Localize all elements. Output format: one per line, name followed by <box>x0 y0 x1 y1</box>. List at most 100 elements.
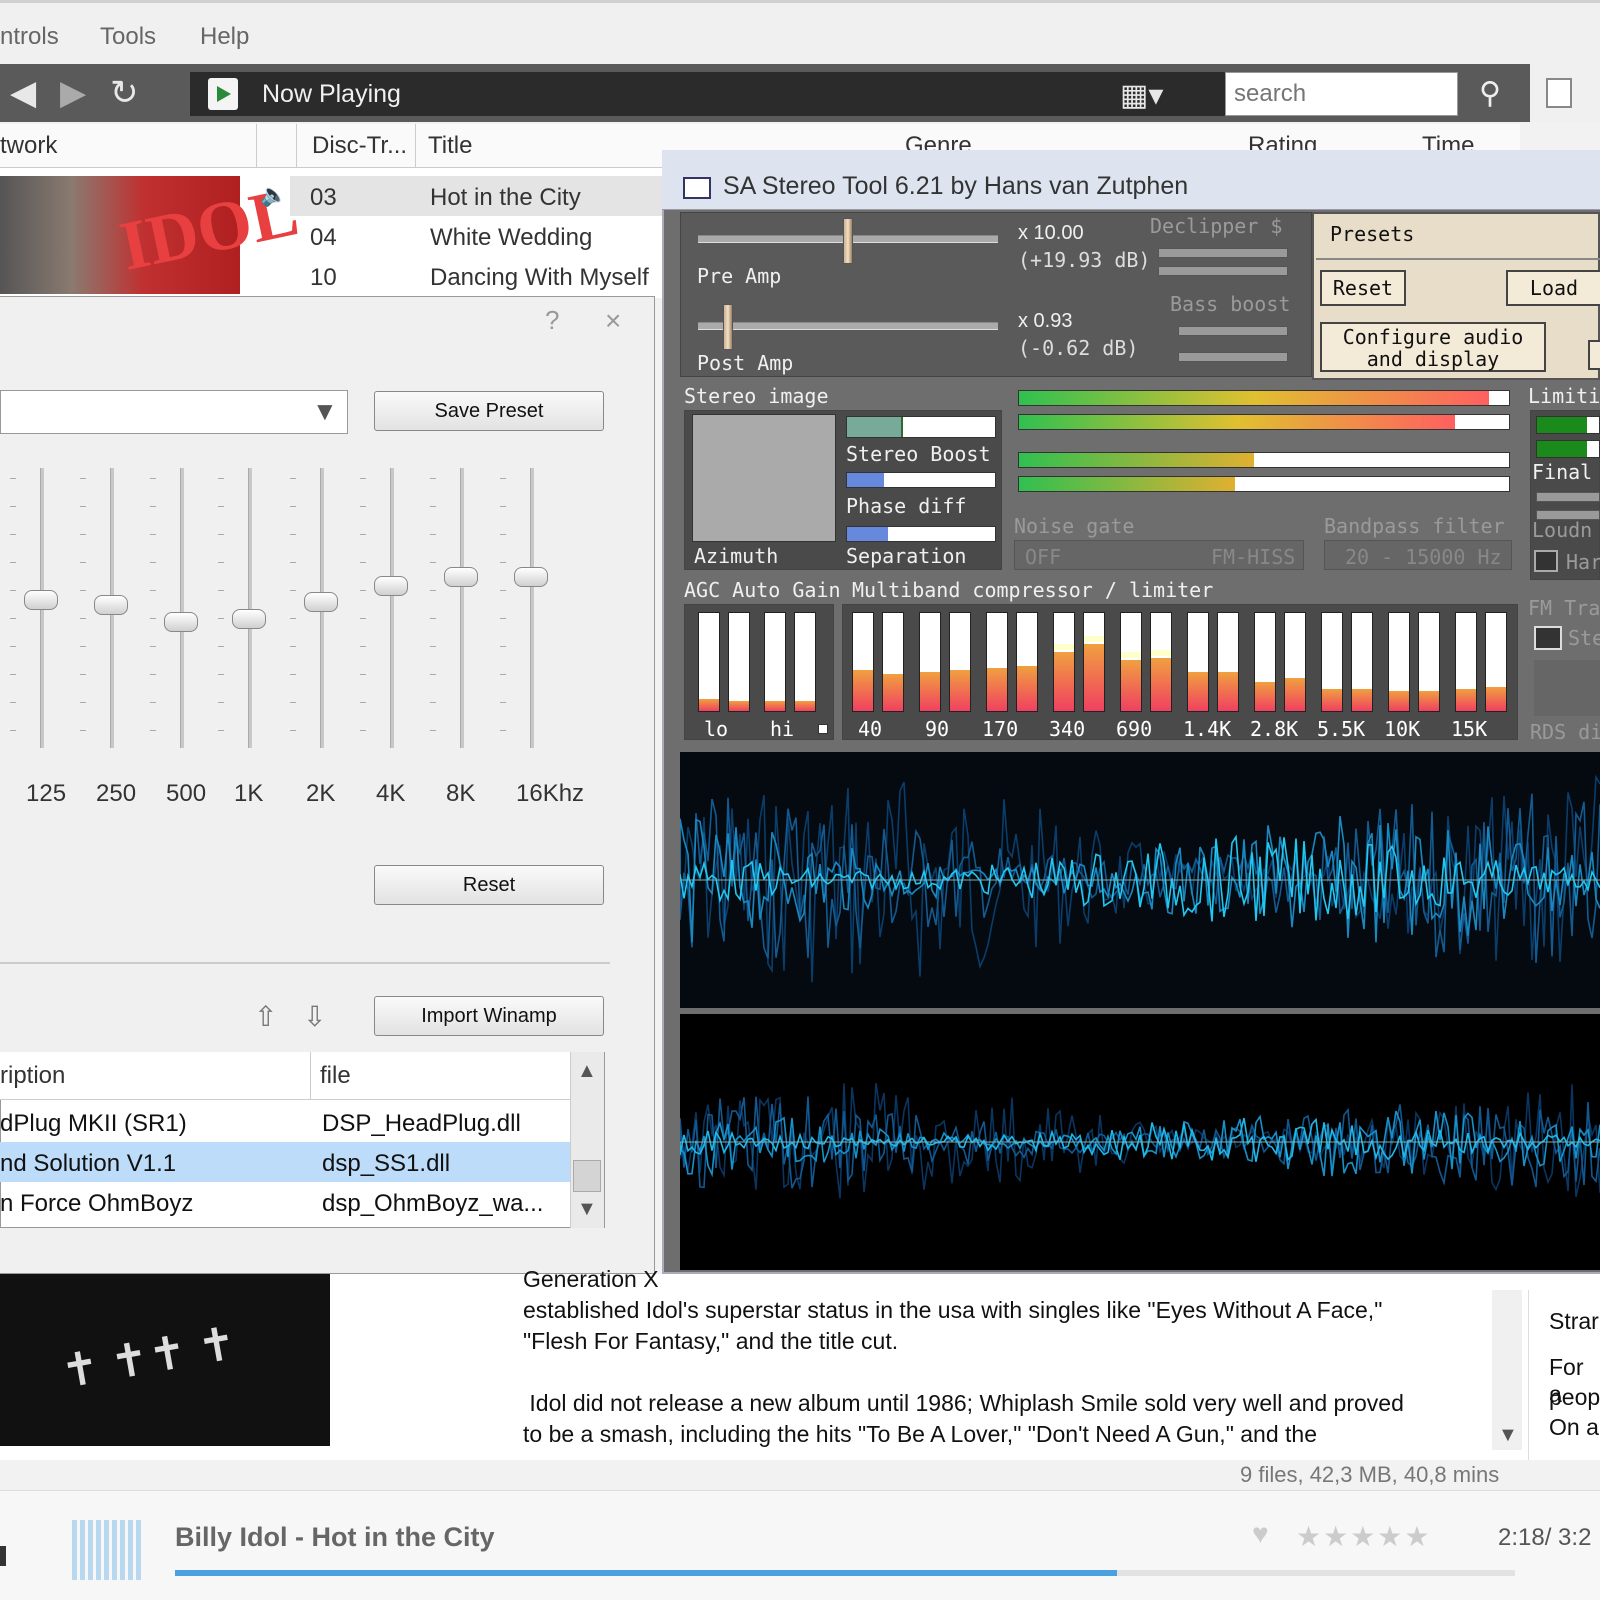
eq-slider-knob[interactable] <box>232 609 266 630</box>
band-label: 170 <box>982 717 1019 741</box>
level-meter <box>1018 452 1510 468</box>
bandpass-value: 20 - 15000 Hz <box>1345 545 1502 569</box>
load-preset-button[interactable]: Load <box>1506 270 1600 306</box>
band-meter-peak <box>1084 636 1104 643</box>
band-meter <box>1053 612 1075 712</box>
track-row[interactable]: 🔈 03 Hot in the City <box>260 176 680 216</box>
search-icon[interactable]: ⚲ <box>1462 72 1518 116</box>
post-amp-track[interactable] <box>698 322 998 330</box>
band-meter-fill <box>1486 687 1506 711</box>
track-row[interactable]: 04 White Wedding <box>290 216 680 256</box>
configure-line: Configure audio <box>1342 325 1524 349</box>
band-meter-fill <box>729 701 749 711</box>
right-info-column: Strar For a peop On a <box>1528 1290 1600 1460</box>
menu-tools[interactable]: Tools <box>100 23 156 51</box>
noise-gate-field[interactable]: OFF FM-HISS <box>1014 540 1304 570</box>
hard-checkbox[interactable] <box>1534 550 1558 572</box>
band-label: 10K <box>1384 717 1421 741</box>
search-input[interactable] <box>1225 72 1458 116</box>
forward-arrow-icon[interactable]: ▶ <box>60 74 86 112</box>
band-meter-fill <box>853 669 873 711</box>
dsp-scrollbar[interactable]: ▲ ▼ <box>570 1052 604 1228</box>
eq-slider-track[interactable] <box>460 468 464 748</box>
col-file[interactable]: file <box>320 1062 351 1090</box>
col-title[interactable]: Title <box>428 132 472 160</box>
import-winamp-button[interactable]: Import Winamp <box>374 996 604 1036</box>
side-checkbox[interactable] <box>1588 340 1600 370</box>
declipper-slot[interactable] <box>1158 248 1288 258</box>
post-amp-slider[interactable] <box>723 304 733 350</box>
scroll-down-icon[interactable]: ▼ <box>1498 1424 1518 1447</box>
pre-amp-slider[interactable] <box>843 218 853 264</box>
band-meter-fill <box>1188 671 1208 711</box>
post-amp-db: (-0.62 dB) <box>1018 336 1139 360</box>
eq-slider-knob[interactable] <box>374 575 408 596</box>
now-playing-icon <box>208 78 238 110</box>
eq-slider-knob[interactable] <box>164 612 198 632</box>
eq-slider-knob[interactable] <box>514 567 548 588</box>
eq-slider-track[interactable] <box>530 468 534 748</box>
level-meter <box>1018 414 1510 430</box>
dsp-row-selected[interactable]: nd Solution V1.1 dsp_SS1.dll <box>0 1142 570 1182</box>
stereo-checkbox[interactable] <box>1534 626 1562 650</box>
separation-meter[interactable] <box>846 526 996 542</box>
help-button[interactable]: ? <box>545 305 559 336</box>
bio-scrollbar[interactable]: ▼ <box>1492 1290 1522 1450</box>
arrow-down-icon[interactable]: ⇩ <box>303 1000 326 1033</box>
heart-icon[interactable]: ♥ <box>1252 1518 1269 1550</box>
dsp-row[interactable]: dPlug MKII (SR1) DSP_HeadPlug.dll <box>0 1102 570 1142</box>
band-meter-fill <box>920 671 940 711</box>
app-icon <box>683 177 711 199</box>
band-meter-fill <box>883 673 903 711</box>
rating-stars[interactable]: ★★★★★ <box>1296 1520 1432 1553</box>
scroll-down-icon[interactable]: ▼ <box>577 1198 597 1221</box>
play-icon[interactable] <box>1546 78 1572 108</box>
save-preset-button[interactable]: Save Preset <box>374 391 604 431</box>
bass-boost-slot[interactable] <box>1178 326 1288 336</box>
scroll-up-icon[interactable]: ▲ <box>577 1060 597 1083</box>
band-meter-fill <box>1054 652 1074 711</box>
reset-button[interactable]: Reset <box>374 865 604 905</box>
eq-slider-track[interactable] <box>390 468 394 748</box>
close-button[interactable]: × <box>605 305 621 337</box>
arrow-up-icon[interactable]: ⇧ <box>254 1000 277 1033</box>
chevron-down-icon[interactable]: ▼ <box>312 396 338 427</box>
multiband-label: Multiband compressor / limiter <box>852 578 1214 602</box>
eq-band-label: 500 <box>166 780 207 807</box>
eq-slider-track[interactable] <box>180 468 184 748</box>
stereo-boost-meter[interactable] <box>846 416 996 438</box>
eq-slider-knob[interactable] <box>444 567 478 588</box>
view-grid-icon[interactable]: ▦▾ <box>1120 78 1163 113</box>
equalizer-icon[interactable] <box>72 1520 142 1580</box>
col-artwork[interactable]: twork <box>0 132 57 160</box>
final-slot[interactable] <box>1536 492 1600 502</box>
track-number: 03 <box>310 184 337 211</box>
reset-preset-button[interactable]: Reset <box>1320 270 1406 306</box>
bandpass-field[interactable]: 20 - 15000 Hz <box>1324 540 1512 570</box>
menu-controls[interactable]: ntrols <box>0 23 59 51</box>
band-label: 2.8K <box>1250 717 1299 741</box>
bass-boost-slot[interactable] <box>1178 352 1288 362</box>
dsp-row[interactable]: n Force OhmBoyz dsp_OhmBoyz_wa... <box>0 1182 570 1222</box>
eq-slider-track[interactable] <box>248 468 252 748</box>
menu-help[interactable]: Help <box>200 23 249 51</box>
back-arrow-icon[interactable]: ◀ <box>10 74 36 112</box>
preset-select[interactable] <box>0 390 348 434</box>
scroll-thumb[interactable] <box>573 1160 601 1192</box>
title-separator: - <box>295 1522 305 1552</box>
declipper-slot[interactable] <box>1158 266 1288 276</box>
band-meter-fill <box>1285 677 1305 711</box>
refresh-icon[interactable]: ↻ <box>110 74 139 112</box>
waveform-scope-top <box>680 752 1600 1008</box>
phase-diff-meter[interactable] <box>846 472 996 488</box>
band-meter <box>794 612 816 712</box>
eq-slider-knob[interactable] <box>94 595 128 616</box>
eq-slider-knob[interactable] <box>304 592 338 613</box>
eq-slider-knob[interactable] <box>24 589 58 610</box>
menu-bar: ntrols Tools Help <box>0 0 1600 70</box>
col-description[interactable]: ription <box>0 1062 65 1090</box>
col-disc-track[interactable]: Disc-Tr... <box>312 132 407 160</box>
configure-button[interactable]: Configure audio and display <box>1320 322 1546 372</box>
track-row[interactable]: 10 Dancing With Myself <box>290 256 680 296</box>
final-label: Final <box>1532 460 1593 484</box>
